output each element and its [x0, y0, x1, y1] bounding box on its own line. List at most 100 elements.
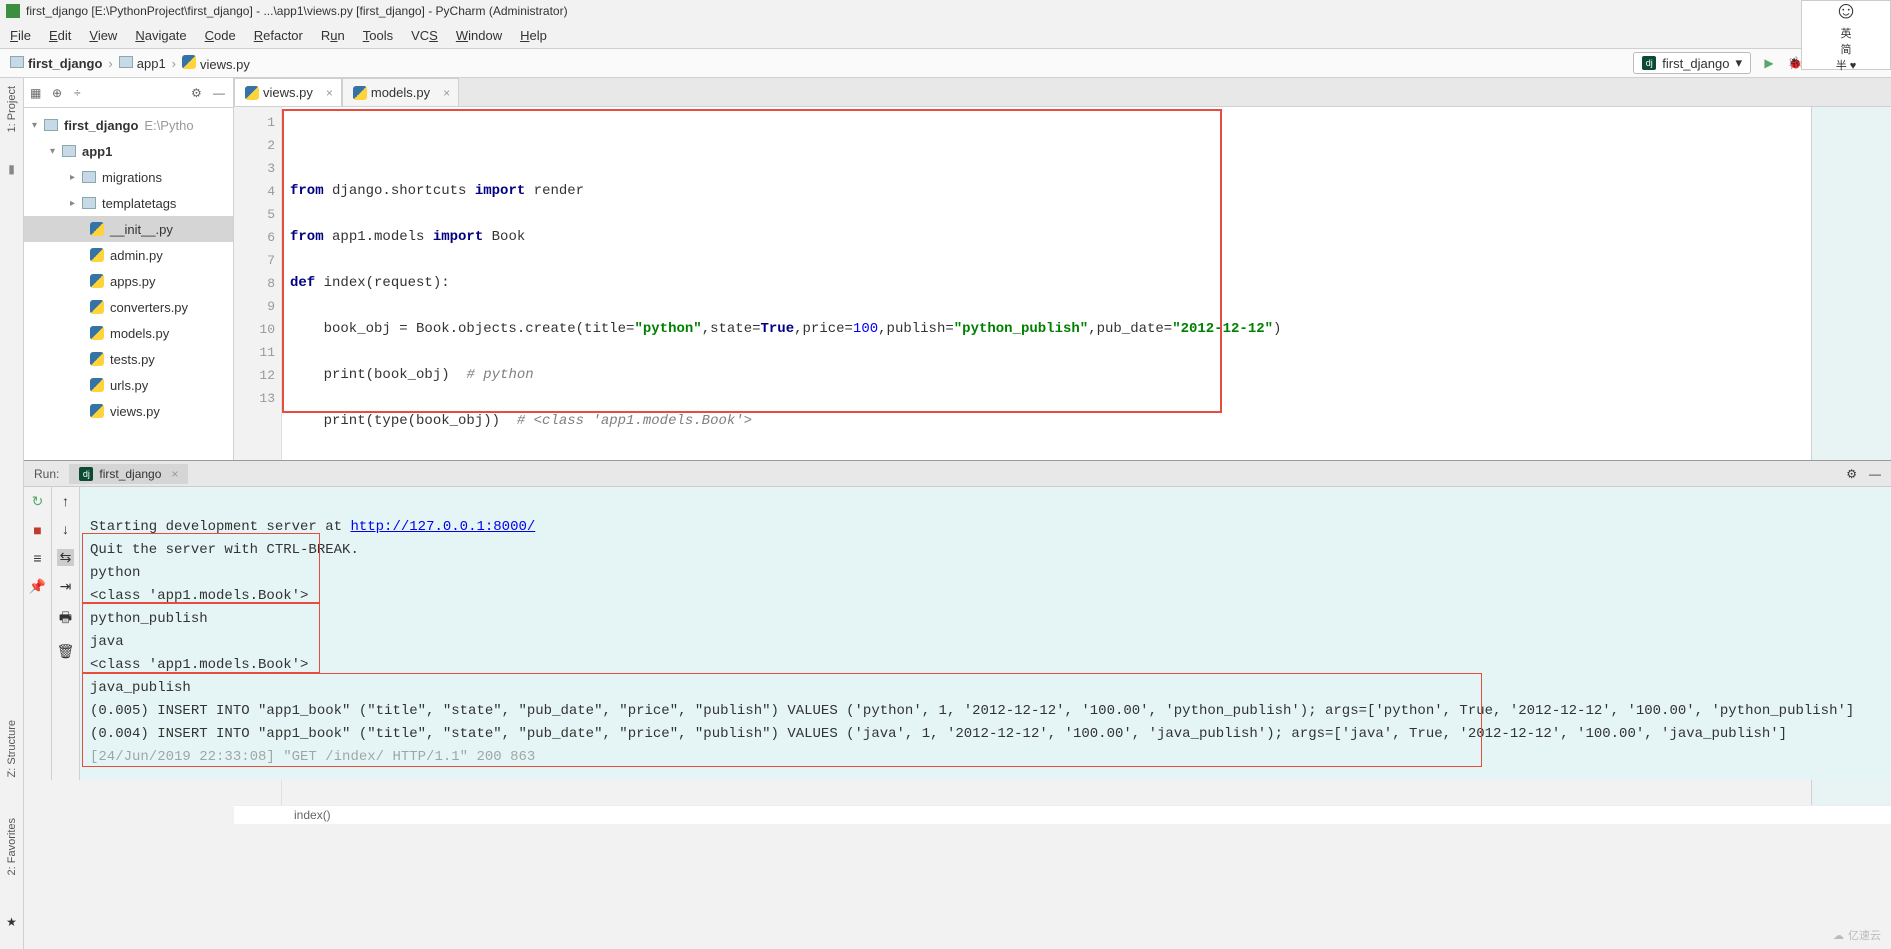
django-icon: dj — [1642, 56, 1656, 70]
run-tab[interactable]: dj first_django × — [69, 464, 188, 484]
tree-init[interactable]: __init__.py — [24, 216, 233, 242]
folder-icon — [10, 56, 24, 68]
tree-converters[interactable]: converters.py — [24, 294, 233, 320]
python-file-icon — [90, 404, 104, 418]
menu-window[interactable]: Window — [456, 28, 502, 43]
python-file-icon — [90, 274, 104, 288]
project-panel: ▦ ⊕ ÷ ⚙ — ▾first_djangoE:\Pytho ▾app1 ▸m… — [24, 78, 234, 460]
tool-project[interactable]: 1: Project — [6, 86, 18, 132]
window-titlebar: first_django [E:\PythonProject\first_dja… — [0, 0, 1891, 22]
run-config-dropdown[interactable]: dj first_django ▾ — [1633, 52, 1751, 74]
chevron-down-icon: ▾ — [1735, 55, 1742, 71]
rerun-button[interactable]: ↻ — [32, 493, 44, 510]
crumb-app1[interactable]: app1 — [119, 56, 166, 71]
star-icon[interactable]: ★ — [6, 915, 17, 929]
menu-code[interactable]: Code — [205, 28, 236, 43]
menu-file[interactable]: File — [10, 28, 31, 43]
trash-icon[interactable]: 🗑 — [57, 643, 75, 660]
menu-tools[interactable]: Tools — [363, 28, 393, 43]
annotation-box-2 — [82, 603, 320, 673]
tab-views[interactable]: views.py× — [234, 78, 342, 106]
python-file-icon — [353, 86, 367, 100]
python-file-icon — [90, 326, 104, 340]
menu-help[interactable]: Help — [520, 28, 547, 43]
tree-admin[interactable]: admin.py — [24, 242, 233, 268]
cloud-icon: ☁ — [1833, 929, 1844, 942]
run-label: Run: — [34, 467, 59, 481]
crumb-file[interactable]: views.py — [182, 55, 250, 72]
menubar: File Edit View Navigate Code Refactor Ru… — [0, 22, 1891, 48]
current-line-highlight — [282, 249, 1811, 272]
folder-icon — [44, 119, 58, 131]
run-panel: Run: dj first_django × ⚙ — ↻ ■ ≡ 📌 ↑ ↓ ⇆… — [24, 460, 1891, 780]
folder-icon — [82, 171, 96, 183]
python-file-icon — [90, 222, 104, 236]
select-opened-icon[interactable]: ⊕ — [52, 86, 66, 100]
menu-view[interactable]: View — [89, 28, 117, 43]
python-file-icon — [90, 300, 104, 314]
print-icon[interactable]: 🖶 — [59, 607, 72, 631]
pin-icon[interactable]: 📌 — [29, 578, 46, 595]
tree-tests[interactable]: tests.py — [24, 346, 233, 372]
menu-refactor[interactable]: Refactor — [254, 28, 303, 43]
down-icon[interactable]: ↓ — [62, 521, 69, 537]
menu-vcs[interactable]: VCS — [411, 28, 438, 43]
run-console[interactable]: Starting development server at http://12… — [80, 487, 1891, 780]
django-icon: dj — [79, 467, 93, 481]
project-view-icon[interactable]: ▦ — [30, 86, 44, 100]
python-file-icon — [90, 352, 104, 366]
bookmark-icon[interactable]: ▮ — [8, 162, 15, 176]
up-icon[interactable]: ↑ — [62, 493, 69, 509]
gear-icon[interactable]: ⚙ — [1846, 467, 1857, 481]
gear-icon[interactable]: ⚙ — [191, 86, 205, 100]
tree-apps[interactable]: apps.py — [24, 268, 233, 294]
tool-structure[interactable]: Z: Structure — [6, 720, 18, 777]
menu-navigate[interactable]: Navigate — [135, 28, 186, 43]
close-icon[interactable]: × — [326, 86, 333, 100]
crumb-root[interactable]: first_django — [10, 56, 102, 71]
close-icon[interactable]: × — [171, 467, 178, 481]
tree-urls[interactable]: urls.py — [24, 372, 233, 398]
left-bottom-rail: Z: Structure 2: Favorites ★ — [0, 460, 24, 949]
pycharm-icon — [6, 4, 20, 18]
python-file-icon — [245, 86, 259, 100]
watermark: ☁ 亿速云 — [1833, 927, 1881, 943]
stop-button[interactable]: ■ — [33, 522, 41, 538]
server-link[interactable]: http://127.0.0.1:8000/ — [350, 519, 535, 535]
wrap-icon[interactable]: ⇆ — [57, 549, 75, 566]
tree-views[interactable]: views.py — [24, 398, 233, 424]
python-file-icon — [182, 55, 196, 69]
chevron-right-icon: › — [172, 56, 176, 71]
tree-models[interactable]: models.py — [24, 320, 233, 346]
left-tool-rail: 1: Project ▮ — [0, 78, 24, 460]
close-icon[interactable]: × — [443, 86, 450, 100]
layout-icon[interactable]: ≡ — [33, 550, 41, 566]
chevron-right-icon: › — [108, 56, 112, 71]
editor-tabbar: views.py× models.py× — [234, 78, 1891, 107]
tab-models[interactable]: models.py× — [342, 78, 459, 106]
annotation-box-3 — [82, 673, 1482, 767]
menu-run[interactable]: Run — [321, 28, 345, 43]
tree-templatetags[interactable]: ▸templatetags — [24, 190, 233, 216]
annotation-box-1 — [82, 533, 320, 603]
tool-favorites[interactable]: 2: Favorites — [6, 818, 18, 875]
python-file-icon — [90, 378, 104, 392]
navigation-bar: first_django › app1 › views.py dj first_… — [0, 48, 1891, 78]
tree-app1[interactable]: ▾app1 — [24, 138, 233, 164]
hide-icon[interactable]: — — [1869, 467, 1881, 481]
run-toolbar-1: ↻ ■ ≡ 📌 — [24, 487, 52, 780]
tree-root[interactable]: ▾first_djangoE:\Pytho — [24, 112, 233, 138]
function-breadcrumb[interactable]: index() — [234, 805, 1891, 824]
hide-icon[interactable]: — — [213, 86, 227, 100]
run-button[interactable]: ▶ — [1761, 55, 1777, 71]
scroll-icon[interactable]: ⇥ — [60, 578, 72, 595]
collapse-icon[interactable]: ÷ — [74, 86, 88, 100]
window-title: first_django [E:\PythonProject\first_dja… — [26, 4, 568, 18]
tree-migrations[interactable]: ▸migrations — [24, 164, 233, 190]
project-tree[interactable]: ▾first_djangoE:\Pytho ▾app1 ▸migrations … — [24, 108, 233, 460]
ime-sticker: ☺ 英 简 半 ♥ — [1801, 0, 1891, 70]
folder-icon — [62, 145, 76, 157]
menu-edit[interactable]: Edit — [49, 28, 71, 43]
folder-icon — [119, 56, 133, 68]
python-file-icon — [90, 248, 104, 262]
